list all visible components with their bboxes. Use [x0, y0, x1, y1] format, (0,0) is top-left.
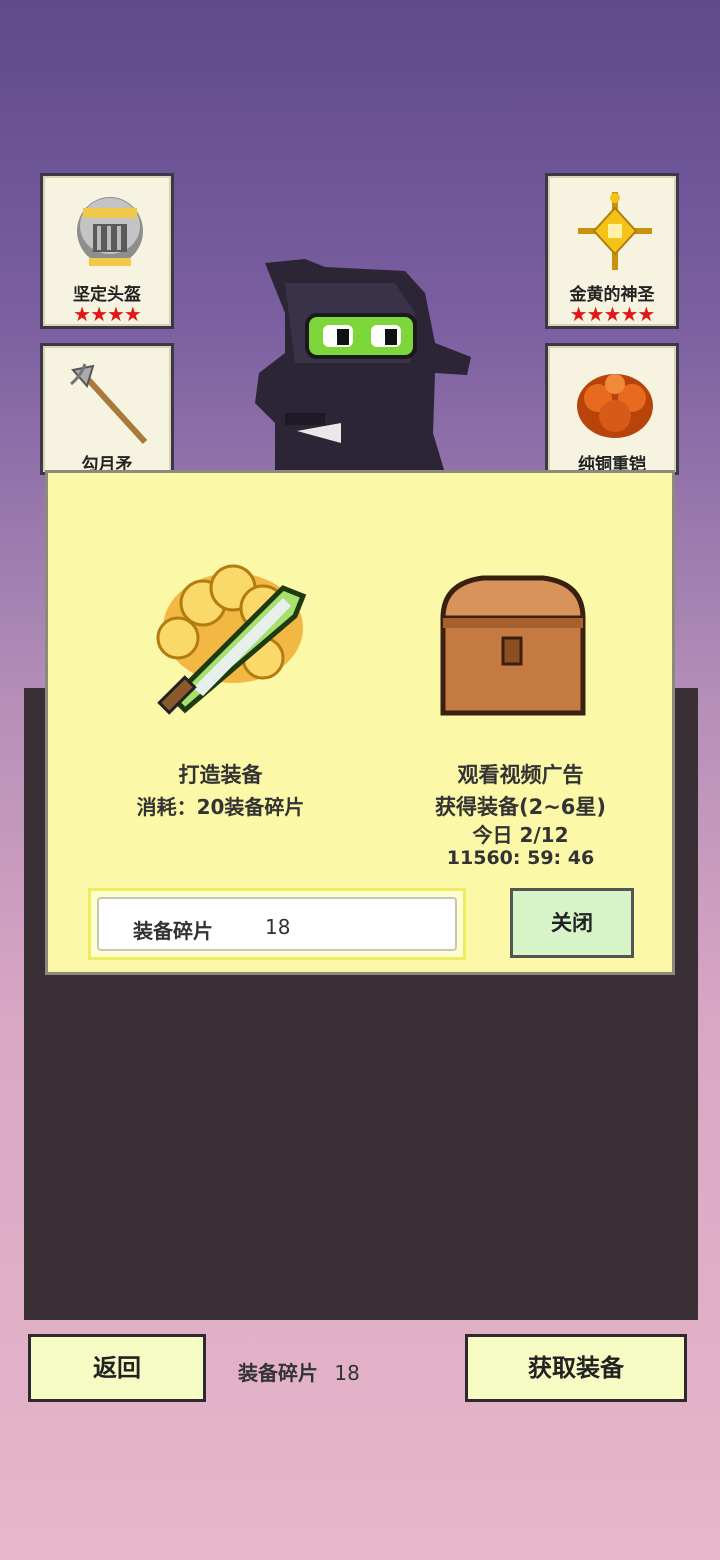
holy-cross-icon: [578, 192, 652, 270]
fragment-count: 18: [334, 1361, 360, 1385]
ad-daily-count: 今日 2/12: [472, 823, 569, 847]
watch-ad-option[interactable]: 观看视频广告 获得装备(2~6星) 今日 2/12 11560: 59: 46: [363, 473, 678, 873]
star-rating: ★★★★: [73, 302, 142, 326]
item-card-helmet[interactable]: 坚定头盔 ★★★★: [40, 173, 174, 329]
ninja-character: [255, 259, 471, 473]
item-card-spear[interactable]: 勾月矛: [40, 343, 174, 475]
ad-cooldown-timer: 11560: 59: 46: [446, 847, 595, 869]
item-card-armor[interactable]: 纯铜重铠: [545, 343, 679, 475]
bottom-fragment-counter: 装备碎片 18: [238, 1357, 360, 1386]
back-button[interactable]: 返回: [28, 1334, 206, 1402]
close-button[interactable]: 关闭: [510, 888, 634, 958]
star-rating: ★★★★★: [569, 302, 656, 326]
craft-option[interactable]: 打造装备 消耗：20装备碎片: [48, 473, 363, 833]
ad-reward: 获得装备(2~6星): [434, 795, 606, 819]
fragment-label: 装备碎片: [238, 1361, 318, 1385]
get-equipment-button[interactable]: 获取装备: [465, 1334, 687, 1402]
spear-icon: [70, 363, 148, 445]
item-card-holy[interactable]: 金黄的神圣 ★★★★★: [545, 173, 679, 329]
helmet-icon: [77, 197, 143, 266]
treasure-chest-icon: [440, 575, 586, 716]
fragment-label: 装备碎片: [133, 919, 213, 943]
armor-icon: [577, 374, 653, 438]
fragment-count: 18: [265, 915, 291, 939]
fragment-counter-box: 装备碎片 18: [88, 888, 466, 960]
craft-title: 打造装备: [178, 763, 263, 787]
sword-coins-icon: [156, 564, 307, 715]
craft-cost: 消耗：20装备碎片: [136, 795, 305, 819]
ad-title: 观看视频广告: [457, 763, 584, 787]
